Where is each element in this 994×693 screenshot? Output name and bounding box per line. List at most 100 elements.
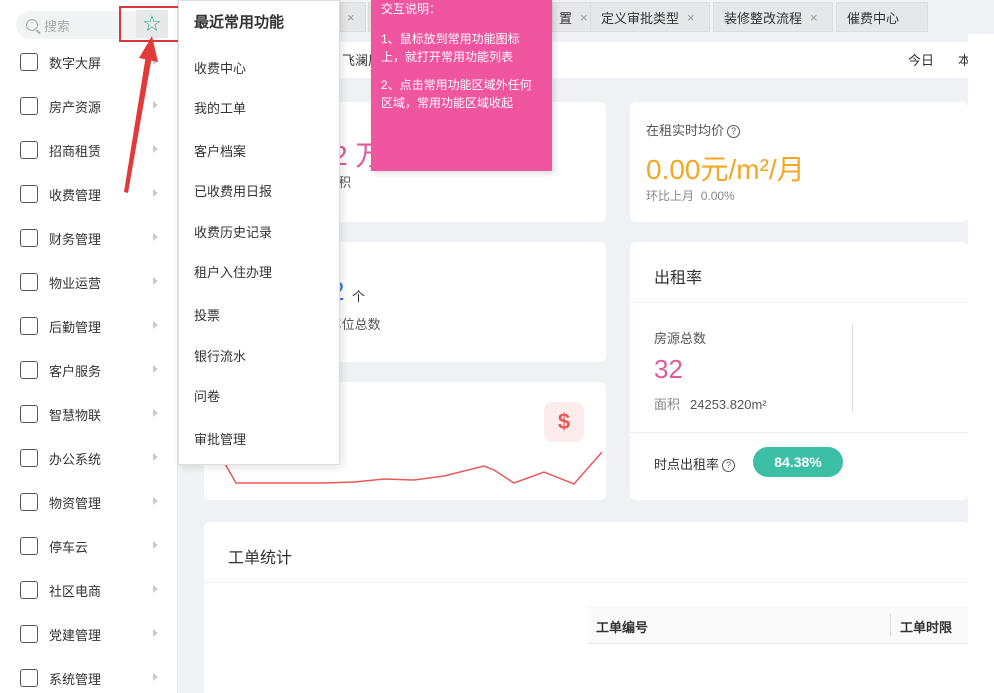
chevron-right-icon xyxy=(153,409,158,417)
tab-label: 定义审批类型 xyxy=(601,10,680,26)
monitor-icon xyxy=(20,53,38,71)
rent-price-label: 在租实时均价? xyxy=(646,120,741,139)
divider xyxy=(204,582,969,583)
search-placeholder: 搜索 xyxy=(44,18,71,34)
sidebar-item-label: 智慧物联 xyxy=(49,407,102,423)
sidebar-item-label: 物资管理 xyxy=(49,495,102,511)
rate-label: 时点出租率? xyxy=(654,454,736,473)
column-header-order-no: 工单编号 xyxy=(596,620,649,635)
favorites-item[interactable]: 已收费用日报 xyxy=(194,181,272,200)
favorites-item[interactable]: 银行流水 xyxy=(194,346,246,365)
column-separator xyxy=(890,614,891,636)
finance-icon xyxy=(20,229,38,247)
tab-renovation[interactable]: 装修整改流程 × xyxy=(713,2,833,32)
chevron-right-icon xyxy=(153,321,158,329)
favorites-item[interactable]: 收费历史记录 xyxy=(194,222,272,241)
tab-label: 装修整改流程 xyxy=(724,10,803,26)
sidebar-item[interactable]: 物业运营 xyxy=(0,260,178,304)
chevron-right-icon xyxy=(153,541,158,549)
favorites-title: 最近常用功能 xyxy=(194,14,285,31)
tab-partial[interactable]: 置 × xyxy=(552,2,592,32)
interaction-note: 交互说明： 1、鼠标放到常用功能图标上，就打开常用功能列表 2、点击常用功能区域… xyxy=(371,0,552,171)
logistics-icon xyxy=(20,317,38,335)
close-icon[interactable]: × xyxy=(580,10,588,25)
table-header: 工单编号 工单时限 xyxy=(588,606,969,644)
parking-icon xyxy=(20,537,38,555)
area-label: 面积 xyxy=(654,397,681,412)
favorites-item[interactable]: 我的工单 xyxy=(194,98,246,117)
sidebar-item[interactable]: 智慧物联 xyxy=(0,392,178,436)
warehouse-icon xyxy=(20,493,38,511)
tab-partial-left[interactable]: × xyxy=(340,2,366,32)
parking-unit: 个 xyxy=(352,289,366,304)
note-line: 1、鼠标放到常用功能图标上，就打开常用功能列表 xyxy=(381,32,520,64)
note-line: 2、点击常用功能区域外任何区域，常用功能区域收起 xyxy=(381,78,532,110)
building-icon xyxy=(20,97,38,115)
help-icon[interactable]: ? xyxy=(722,459,736,473)
chevron-right-icon xyxy=(153,673,158,681)
chevron-right-icon xyxy=(153,101,158,109)
chevron-right-icon xyxy=(153,57,158,65)
sidebar-item-label: 房产资源 xyxy=(49,99,102,115)
close-icon[interactable]: × xyxy=(687,10,695,25)
tab-collection[interactable]: 催费中心 xyxy=(836,2,928,32)
sidebar-item[interactable]: 招商租赁 xyxy=(0,128,178,172)
compare-label: 环比上月 xyxy=(646,189,695,203)
sidebar-item[interactable]: 财务管理 xyxy=(0,216,178,260)
favorites-dropdown: 最近常用功能 收费中心 我的工单 客户档案 已收费用日报 收费历史记录 租户入住… xyxy=(178,0,340,465)
sidebar-item[interactable]: 系统管理 xyxy=(0,656,178,693)
sidebar-item-label: 招商租赁 xyxy=(49,143,102,159)
favorites-item[interactable]: 客户档案 xyxy=(194,141,246,160)
sidebar-item[interactable]: 办公系统 xyxy=(0,436,178,480)
favorites-item[interactable]: 问卷 xyxy=(194,386,220,405)
chevron-right-icon xyxy=(153,189,158,197)
sidebar-item[interactable]: 物资管理 xyxy=(0,480,178,524)
sidebar-item-label: 数字大屏 xyxy=(49,55,102,71)
customer-service-icon xyxy=(20,361,38,379)
money-bag-icon xyxy=(20,185,38,203)
property-ops-icon xyxy=(20,273,38,291)
divider xyxy=(630,302,968,303)
rate-label-text: 时点出租率 xyxy=(654,457,720,472)
chevron-right-icon xyxy=(153,145,158,153)
close-icon[interactable]: × xyxy=(810,10,818,25)
house-lease-icon xyxy=(20,141,38,159)
sidebar: 搜索 数字大屏房产资源招商租赁收费管理财务管理物业运营后勤管理客户服务智慧物联办… xyxy=(0,0,178,693)
sidebar-item-label: 物业运营 xyxy=(49,275,102,291)
tab-approval-type[interactable]: 定义审批类型 × xyxy=(590,2,710,32)
sidebar-item[interactable]: 停车云 xyxy=(0,524,178,568)
chevron-right-icon xyxy=(153,277,158,285)
tab-partial-label: 置 xyxy=(559,10,573,26)
close-icon[interactable]: × xyxy=(347,10,355,25)
chevron-right-icon xyxy=(153,453,158,461)
sidebar-item-label: 客户服务 xyxy=(49,363,102,379)
sidebar-item[interactable]: 客户服务 xyxy=(0,348,178,392)
area-value: 24253.820m² xyxy=(690,397,767,412)
favorites-item[interactable]: 收费中心 xyxy=(194,58,246,77)
today-button[interactable]: 今日 xyxy=(908,50,934,69)
sidebar-item[interactable]: 后勤管理 xyxy=(0,304,178,348)
scrollbar[interactable] xyxy=(968,34,994,693)
sidebar-item[interactable]: 房产资源 xyxy=(0,84,178,128)
chevron-right-icon xyxy=(153,365,158,373)
total-houses-label: 房源总数 xyxy=(654,331,707,346)
area-row: 面积 24253.820m² xyxy=(654,394,767,413)
favorites-item[interactable]: 租户入住办理 xyxy=(194,262,272,281)
rent-price-card: 在租实时均价? 0.00元/m²/月 环比上月 0.00% xyxy=(630,102,968,222)
sidebar-item[interactable]: 社区电商 xyxy=(0,568,178,612)
favorites-item[interactable]: 投票 xyxy=(194,305,220,324)
briefcase-icon xyxy=(20,449,38,467)
total-houses-value: 32 xyxy=(654,354,683,384)
note-title: 交互说明： xyxy=(381,2,442,16)
sidebar-item-label: 收费管理 xyxy=(49,187,102,203)
search-icon xyxy=(26,19,38,31)
rent-price-label-text: 在租实时均价 xyxy=(646,123,725,138)
help-icon[interactable]: ? xyxy=(727,125,741,139)
sidebar-item[interactable]: 党建管理 xyxy=(0,612,178,656)
chevron-right-icon xyxy=(153,585,158,593)
party-icon xyxy=(20,625,38,643)
favorites-item[interactable]: 审批管理 xyxy=(194,429,246,448)
sidebar-item[interactable]: 数字大屏 xyxy=(0,40,178,84)
sidebar-item[interactable]: 收费管理 xyxy=(0,172,178,216)
sidebar-item-label: 财务管理 xyxy=(49,231,102,247)
